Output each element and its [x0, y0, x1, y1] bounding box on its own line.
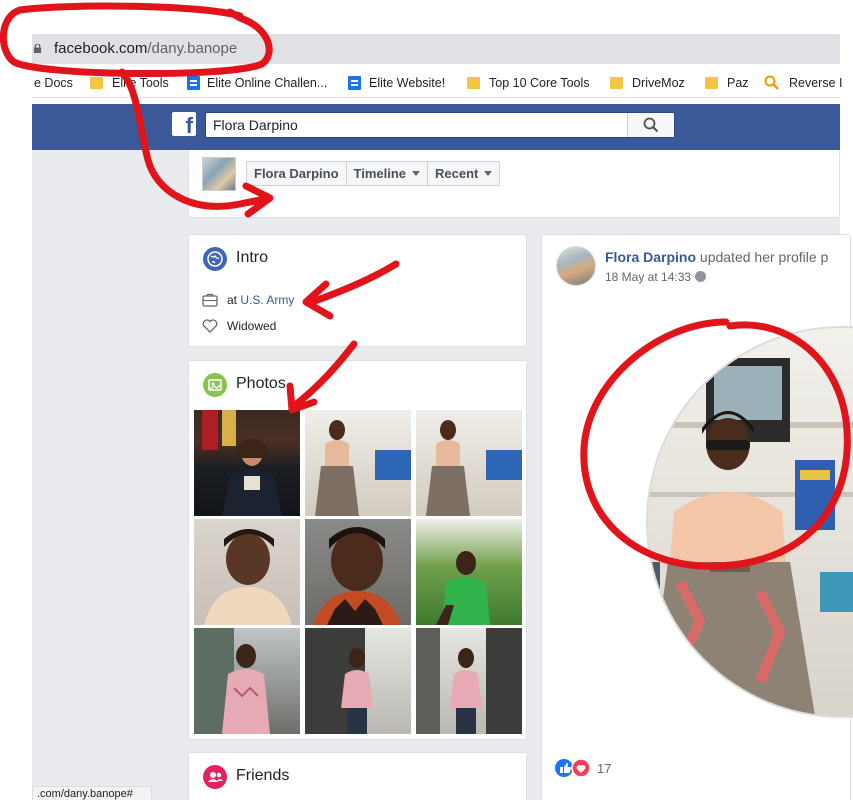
annotation-circle-profile [580, 318, 851, 570]
annotation-line-url [118, 68, 264, 210]
annotation-circle-url [0, 2, 273, 78]
screenshot: facebook.com/dany.banope e Docs Elite To… [0, 0, 853, 800]
annotation-overlay [0, 2, 851, 570]
annotation-arrow-photos [290, 340, 358, 410]
